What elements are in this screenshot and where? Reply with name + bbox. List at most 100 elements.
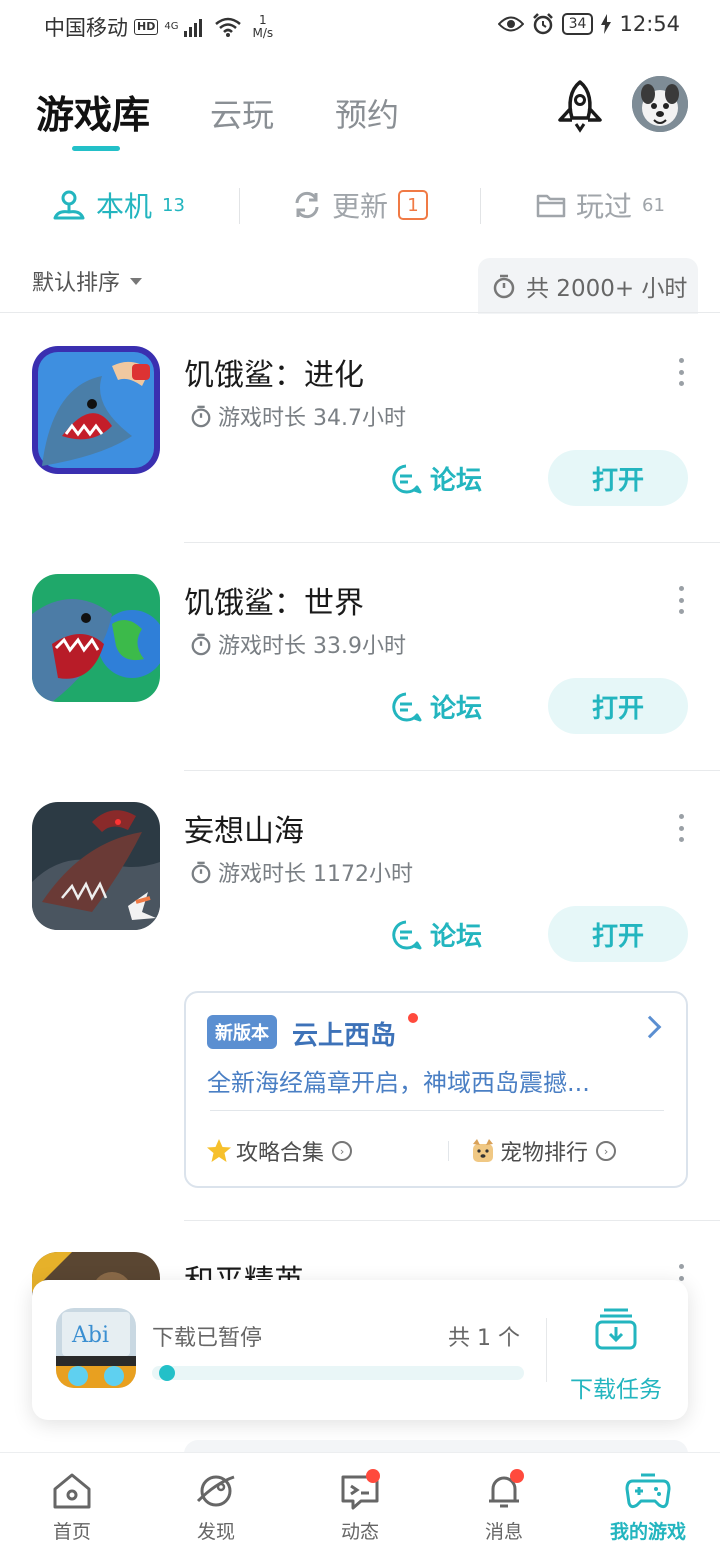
- open-game-button[interactable]: 打开: [548, 450, 688, 506]
- subtab-played[interactable]: 玩过 61: [536, 180, 665, 230]
- rocket-button[interactable]: [554, 78, 606, 134]
- clock-time: 12:54: [619, 12, 680, 36]
- status-left: 中国移动 HD 4G 1 M/s: [44, 12, 273, 42]
- game-playtime: 游戏时长 33.9小时: [190, 628, 406, 660]
- nav-label: 消息: [484, 1521, 523, 1543]
- gamepad-icon: [625, 1473, 671, 1509]
- planet-icon: [196, 1475, 235, 1507]
- game-icon-wangxiang-shanhai[interactable]: [32, 802, 160, 930]
- timer-icon: [493, 274, 515, 299]
- shark-icon: [32, 346, 160, 474]
- subtab-played-label: 玩过: [576, 190, 633, 223]
- forum-label: 论坛: [430, 466, 483, 496]
- tab-cloud-play[interactable]: 云玩: [210, 90, 274, 136]
- game-icon-hungry-shark-evolution[interactable]: [32, 346, 160, 474]
- forum-label: 论坛: [430, 922, 483, 952]
- forum-label: 论坛: [430, 694, 483, 724]
- speed-unit: M/s: [252, 26, 274, 40]
- download-task-label[interactable]: 下载任务: [570, 1370, 662, 1404]
- guide-collection-label: 攻略合集: [236, 1141, 325, 1166]
- download-app-icon: Abi: [56, 1308, 136, 1388]
- timer-icon: [191, 633, 211, 656]
- timer-icon: [191, 405, 211, 428]
- charging-icon: [601, 14, 612, 34]
- row-divider: [184, 770, 720, 771]
- status-right: 34 12:54: [497, 12, 680, 36]
- total-hours-badge: 共 2000+ 小时: [478, 258, 698, 314]
- home-icon: [53, 1473, 91, 1509]
- nav-my-games[interactable]: 我的游戏: [598, 1471, 698, 1544]
- pet-ranking-link[interactable]: 宠物排行 ›: [470, 1135, 617, 1167]
- pet-ranking-label: 宠物排行: [500, 1141, 589, 1166]
- nav-home[interactable]: 首页: [22, 1471, 122, 1544]
- person-icon: [53, 190, 85, 220]
- game-icon-hungry-shark-world[interactable]: [32, 574, 160, 702]
- timer-icon: [191, 861, 211, 884]
- open-game-button[interactable]: 打开: [548, 906, 688, 962]
- net-speed: 1 M/s: [252, 14, 273, 40]
- folder-icon: [536, 194, 566, 218]
- total-hours-text: 共 2000+ 小时: [526, 276, 688, 302]
- dragon-icon: [32, 802, 160, 930]
- star-icon: [207, 1139, 231, 1162]
- subtab-divider: [239, 188, 240, 224]
- download-panel[interactable]: Abi 下载已暂停 共 1 个 下载任务: [32, 1280, 688, 1420]
- subtab-update-label: 更新: [332, 190, 389, 223]
- more-options-button[interactable]: [676, 586, 686, 614]
- forum-chat-icon: [392, 920, 422, 949]
- alarm-icon: [532, 13, 553, 35]
- notification-dot: [366, 1469, 380, 1483]
- battery-indicator: 34: [561, 13, 594, 35]
- playtime-text: 游戏时长 33.9小时: [218, 634, 406, 659]
- tab-reservation[interactable]: 预约: [335, 90, 399, 136]
- guide-collection-link[interactable]: 攻略合集 ›: [206, 1135, 353, 1167]
- download-progress-fill: [159, 1365, 175, 1381]
- game-title: 饥饿鲨：进化: [184, 358, 364, 393]
- sort-dropdown[interactable]: 默认排序: [32, 265, 143, 297]
- subtab-local[interactable]: 本机 13: [52, 180, 185, 230]
- nav-feed[interactable]: 动态: [310, 1469, 410, 1544]
- more-options-button[interactable]: [676, 814, 686, 842]
- download-progress-bar: [152, 1365, 524, 1381]
- nav-label: 首页: [52, 1521, 91, 1543]
- game-playtime: 游戏时长 34.7小时: [190, 400, 406, 432]
- card-divider: [210, 1110, 664, 1111]
- forum-chat-icon: [392, 692, 422, 721]
- row-divider: [184, 542, 720, 543]
- more-options-button[interactable]: [676, 358, 686, 386]
- forum-button[interactable]: 论坛: [390, 916, 482, 953]
- nav-label: 动态: [340, 1521, 379, 1543]
- status-bar: 中国移动 HD 4G 1 M/s 34 12:54: [0, 0, 720, 52]
- subtab-local-label: 本机: [96, 190, 153, 223]
- game-news-card[interactable]: 新版本 云上西岛 全新海经篇章开启，神域西岛震撼... 攻略合集 › 宠物排行 …: [184, 991, 688, 1188]
- news-description: 全新海经篇章开启，神域西岛震撼...: [207, 1069, 590, 1097]
- open-game-button[interactable]: 打开: [548, 678, 688, 734]
- link-divider: [448, 1141, 449, 1161]
- news-title: 云上西岛: [292, 1021, 397, 1051]
- forum-button[interactable]: 论坛: [390, 460, 482, 497]
- user-avatar[interactable]: [632, 76, 688, 132]
- signal-icon: [184, 19, 203, 37]
- forum-chat-icon: [392, 464, 422, 493]
- circle-arrow-icon: ›: [332, 1141, 353, 1161]
- subtab-divider: [480, 188, 481, 224]
- subtab-update[interactable]: 更新 1: [292, 180, 429, 230]
- game-playtime: 游戏时长 1172小时: [190, 856, 413, 888]
- active-tab-indicator: [72, 146, 120, 151]
- panel-divider: [546, 1318, 547, 1382]
- nav-label: 发现: [196, 1521, 235, 1543]
- unread-dot: [408, 1013, 418, 1023]
- chevron-right-icon[interactable]: [638, 1015, 662, 1039]
- download-task-icon[interactable]: [594, 1306, 638, 1350]
- list-divider: [0, 312, 720, 313]
- forum-button[interactable]: 论坛: [390, 688, 482, 725]
- network-label: 4G: [164, 21, 179, 32]
- tab-game-library[interactable]: 游戏库: [36, 84, 150, 139]
- row-divider: [184, 1220, 720, 1221]
- download-count: 共 1 个: [448, 1326, 520, 1351]
- nav-messages[interactable]: 消息: [454, 1469, 554, 1544]
- download-status: 下载已暂停: [152, 1326, 263, 1351]
- subtab-played-count: 61: [642, 194, 665, 216]
- nav-discover[interactable]: 发现: [166, 1471, 266, 1544]
- eye-icon: [497, 16, 524, 32]
